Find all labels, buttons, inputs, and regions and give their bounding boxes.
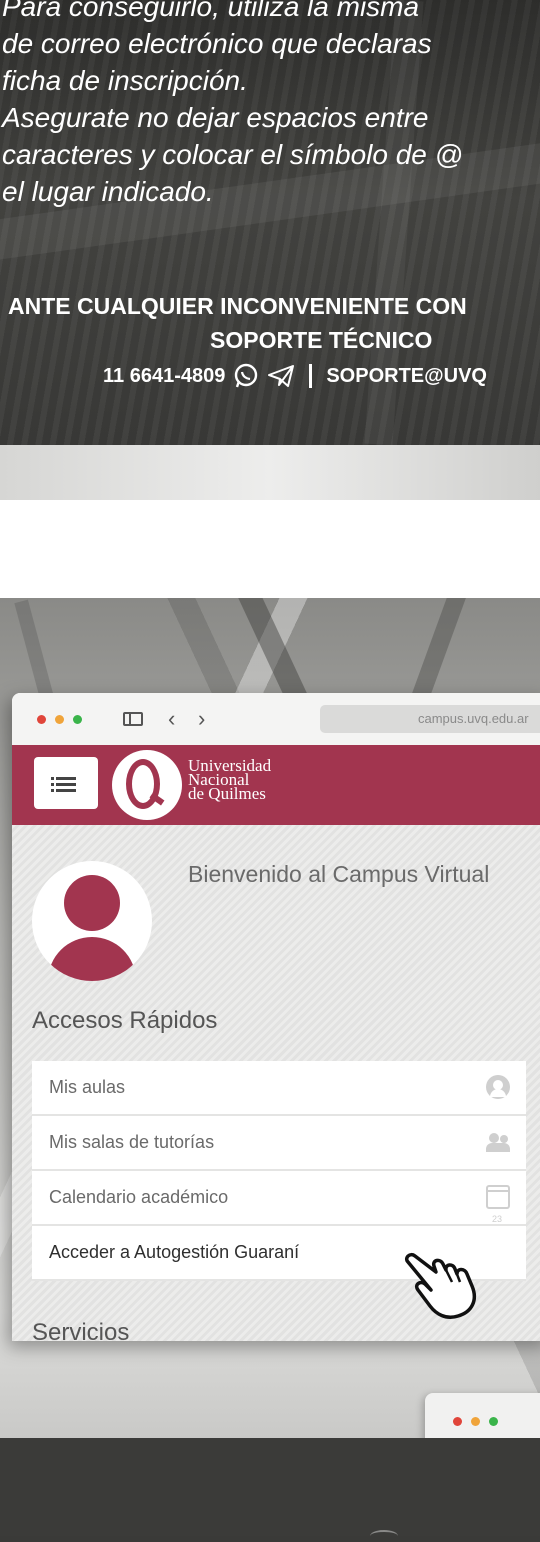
instructions-line: ficha de inscripción. (2, 65, 248, 96)
support-contacts: 11 6641-4809 SOPORTE@UVQ (103, 363, 487, 389)
quick-access-label: Calendario académico (49, 1187, 229, 1207)
avatar[interactable] (32, 861, 152, 981)
maximize-window-dot[interactable] (73, 715, 82, 724)
minimize-window-dot (471, 1417, 480, 1426)
address-bar[interactable]: campus.uvq.edu.ar (320, 705, 540, 733)
menu-icon (51, 783, 76, 786)
support-email[interactable]: SOPORTE@UVQ (326, 365, 487, 388)
close-window-dot[interactable] (37, 715, 46, 724)
minimize-window-dot[interactable] (55, 715, 64, 724)
hand-pointer-icon (404, 1252, 477, 1319)
university-logo-icon (112, 750, 182, 820)
instructions-line: caracteres y colocar el símbolo de @ (2, 139, 464, 170)
quick-access-calendario[interactable]: Calendario académico (32, 1171, 526, 1246)
users-icon (486, 1130, 510, 1154)
browser-toolbar: ‹ › campus.uvq.edu.ar (12, 693, 540, 745)
support-heading: ANTE CUALQUIER INCONVENIENTE CON (8, 293, 467, 319)
avatar-head (64, 875, 120, 931)
support-phone[interactable]: 11 6641-4809 (103, 365, 225, 388)
whatsapp-icon[interactable] (233, 363, 259, 389)
quick-access-title: Accesos Rápidos (32, 1007, 218, 1034)
divider (309, 364, 313, 388)
quick-access-label: Mis aulas (49, 1077, 126, 1097)
instructions-line: Asegurate no dejar espacios entre (2, 102, 429, 133)
instructions-line: el lugar indicado. (2, 176, 214, 207)
instructions-line: Para conseguirlo, utilizá la misma (2, 0, 420, 22)
white-band (0, 500, 540, 600)
forward-arrow-icon[interactable]: › (198, 705, 205, 733)
instructions-text: Para conseguirlo, utilizá la misma de co… (2, 0, 540, 210)
menu-icon (51, 777, 76, 780)
back-arrow-icon[interactable]: ‹ (168, 705, 175, 733)
services-title: Servicios (32, 1319, 130, 1341)
decorative-mark (370, 1530, 398, 1542)
footer-band (0, 1438, 540, 1536)
campus-header: Universidad Nacional de Quilmes (12, 745, 540, 825)
quick-access-mis-aulas[interactable]: Mis aulas (32, 1061, 526, 1116)
browser-window: ‹ › campus.uvq.edu.ar Universidad Nacion… (12, 693, 540, 1341)
instructions-section: Para conseguirlo, utilizá la misma de co… (0, 0, 540, 445)
maximize-window-dot (489, 1417, 498, 1426)
light-band (0, 445, 540, 500)
university-name-line: de Quilmes (188, 784, 266, 803)
user-circle-icon (486, 1075, 510, 1099)
quick-access-label: Mis salas de tutorías (49, 1132, 215, 1152)
support-subheading: SOPORTE TÉCNICO (210, 327, 433, 353)
welcome-message: Bienvenido al Campus Virtual (188, 861, 490, 887)
calendar-icon (486, 1185, 510, 1246)
university-name: Universidad Nacional de Quilmes (188, 757, 271, 803)
sidebar-toggle-icon[interactable] (123, 712, 143, 726)
avatar-body (48, 937, 136, 981)
close-window-dot (453, 1417, 462, 1426)
menu-icon (51, 789, 76, 792)
quick-access-salas-tutorias[interactable]: Mis salas de tutorías (32, 1116, 526, 1171)
telegram-icon[interactable] (267, 363, 295, 389)
instructions-line: de correo electrónico que declaras (2, 28, 432, 59)
menu-button[interactable] (34, 757, 98, 809)
quick-access-label: Acceder a Autogestión Guaraní (49, 1242, 300, 1262)
